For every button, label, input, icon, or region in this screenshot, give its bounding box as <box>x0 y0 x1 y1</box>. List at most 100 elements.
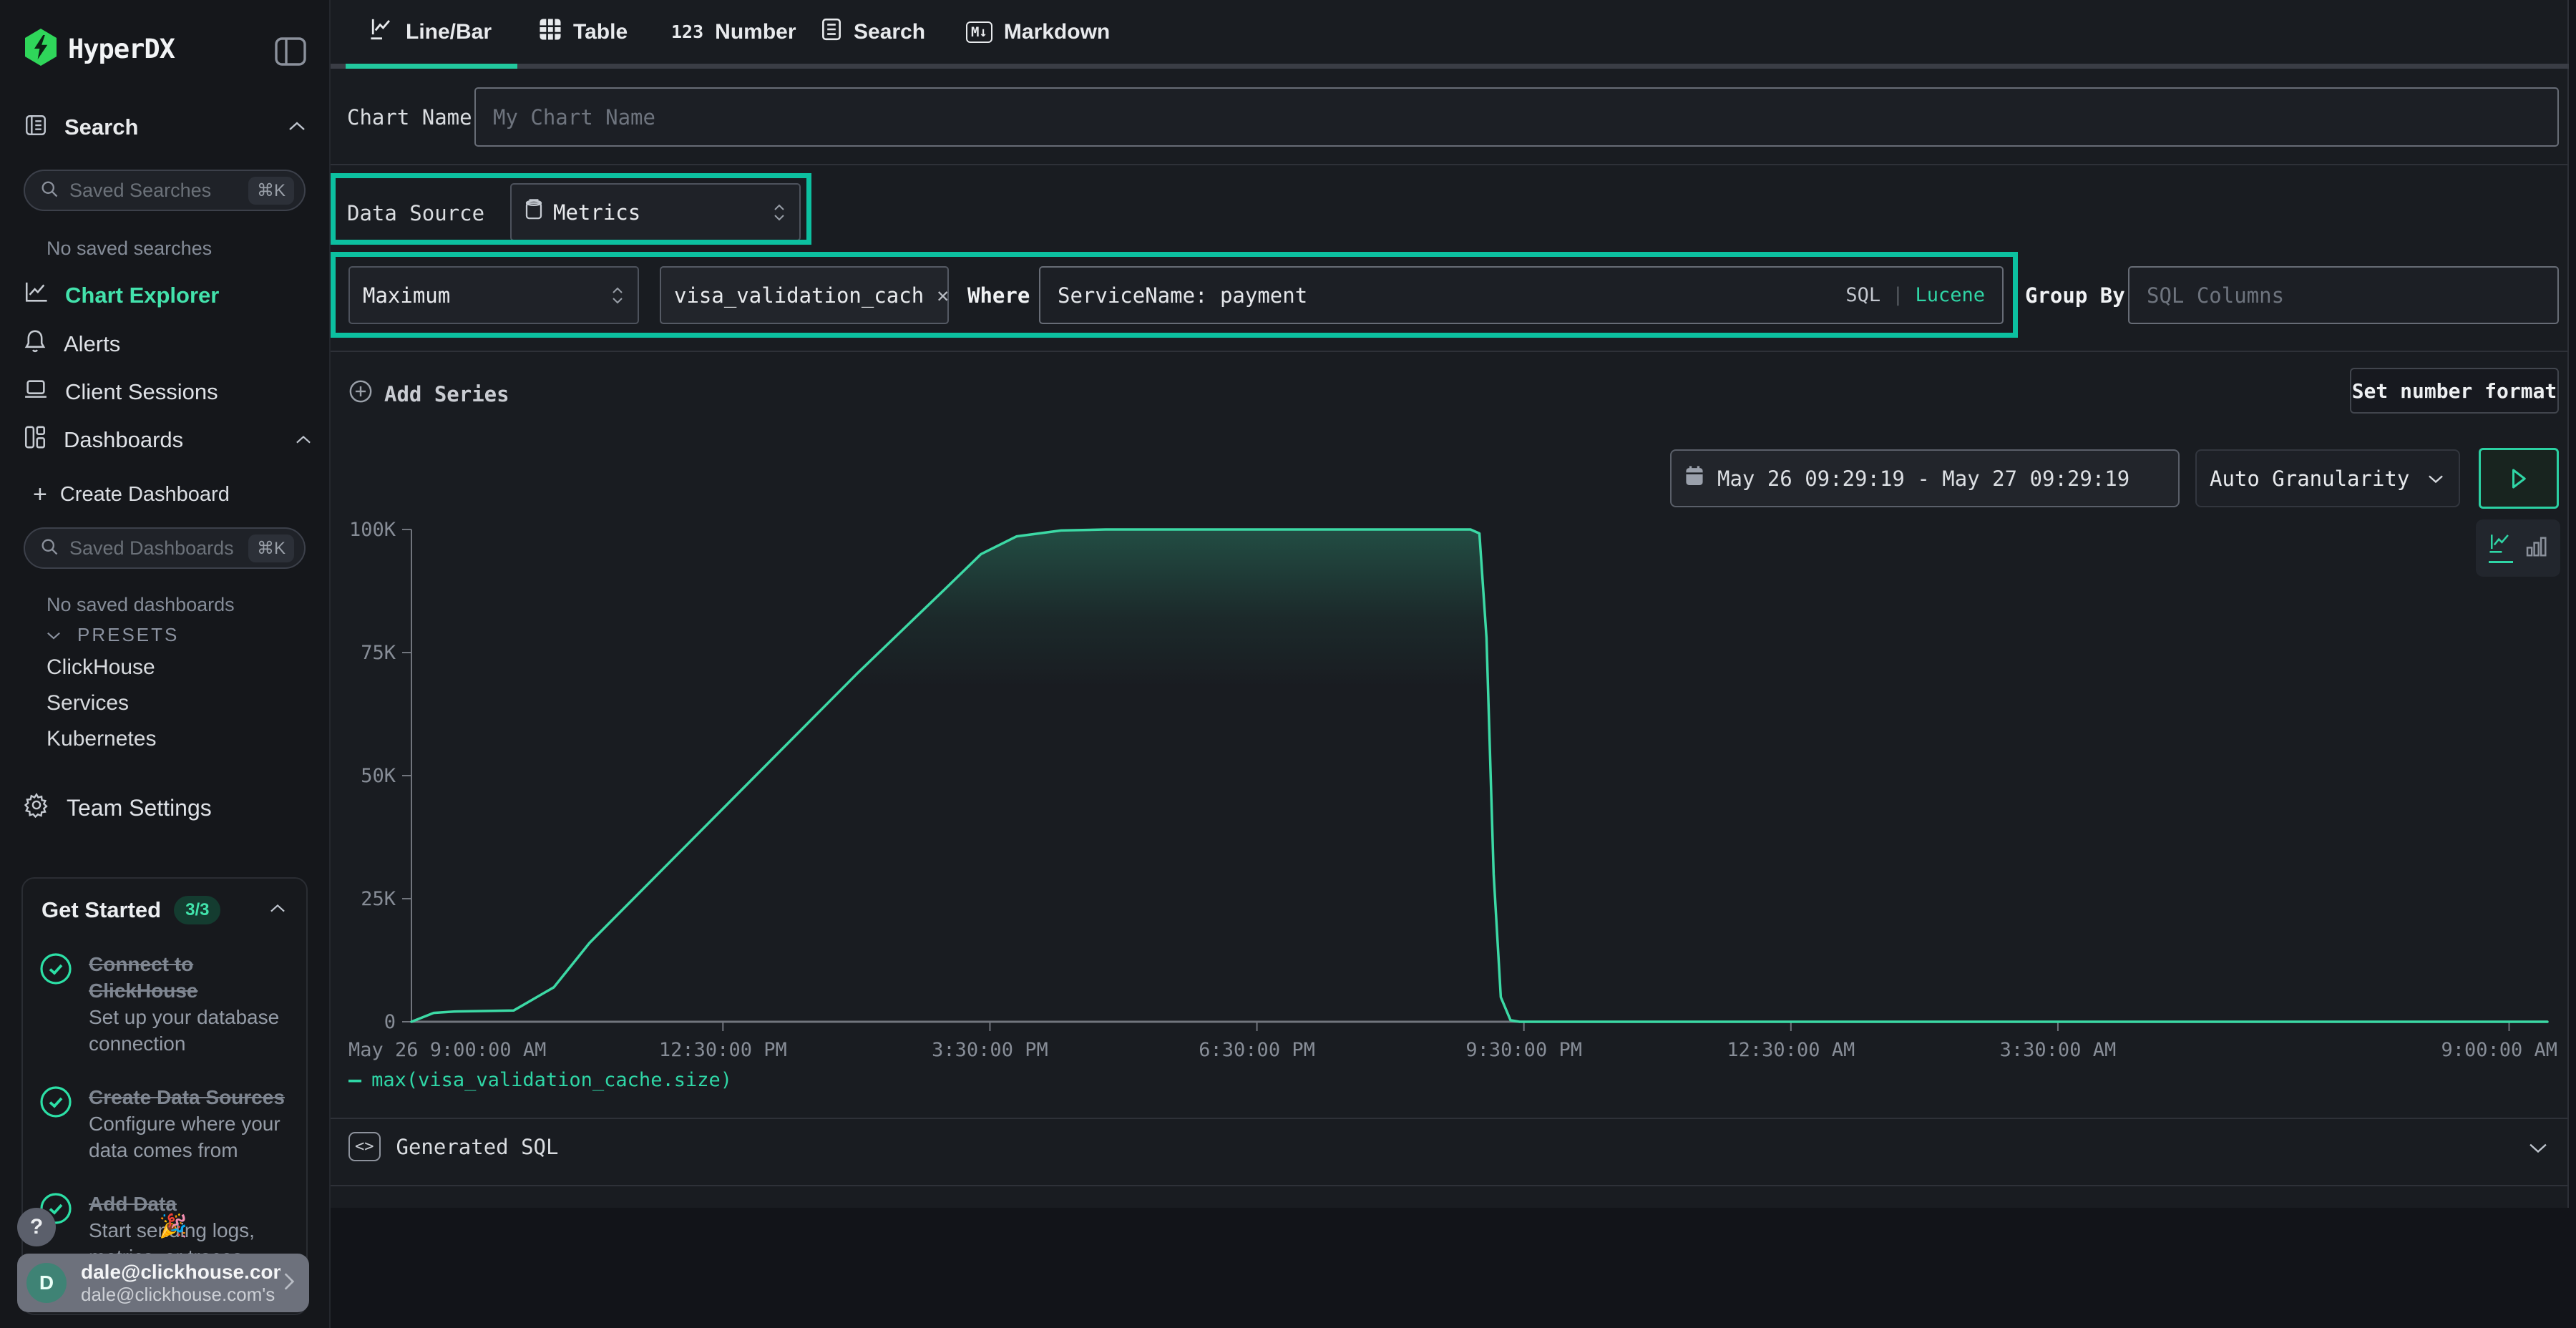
checklist-item-desc: Configure where your data comes from <box>89 1111 289 1164</box>
tab-number[interactable]: 123 Number <box>671 0 796 64</box>
checklist-item-title: Add Data <box>89 1191 289 1218</box>
no-saved-searches-note: No saved searches <box>47 238 212 260</box>
lucene-mode-toggle[interactable]: Lucene <box>1915 284 1985 306</box>
search-icon <box>39 537 59 560</box>
granularity-select[interactable]: Auto Granularity <box>2195 449 2460 507</box>
data-source-select[interactable]: Metrics <box>510 183 801 241</box>
dashboards-icon <box>24 425 47 455</box>
divider <box>331 351 2569 352</box>
code-icon: <> <box>348 1132 381 1161</box>
sidebar-item-clickhouse[interactable]: ClickHouse <box>47 655 155 680</box>
y-tick-label: 100K <box>349 519 396 541</box>
sidebar-item-label: Team Settings <box>67 795 212 821</box>
x-tick-label: 3:30:00 PM <box>932 1039 1048 1061</box>
chevron-down-icon[interactable] <box>2526 1139 2550 1160</box>
main-content: Line/Bar Table 123 Number Search M↓ M <box>331 0 2569 1208</box>
where-label: Where <box>967 283 1030 308</box>
sidebar-item-chart-explorer[interactable]: Chart Explorer <box>0 275 331 316</box>
table-icon <box>539 18 562 47</box>
app-title: HyperDX <box>68 34 175 64</box>
sql-mode-toggle[interactable]: SQL <box>1845 284 1880 306</box>
check-circle-icon <box>39 952 73 1058</box>
chart-name-input[interactable] <box>474 87 2559 147</box>
get-started-card: Get Started 3/3 Connect to ClickHouse Se… <box>21 877 308 1315</box>
group-by-label: Group By <box>2025 283 2125 308</box>
y-tick-label: 50K <box>361 765 396 787</box>
saved-dashboards-placeholder: Saved Dashboards <box>69 537 248 560</box>
search-section-icon <box>24 113 48 141</box>
user-menu[interactable]: D dale@clickhouse.com dale@clickhouse.co… <box>17 1254 309 1312</box>
chart-legend[interactable]: — max(visa_validation_cache.size) <box>348 1068 732 1093</box>
sidebar-item-kubernetes[interactable]: Kubernetes <box>47 727 156 751</box>
divider <box>331 1118 2569 1119</box>
where-value: ServiceName: payment <box>1058 283 1307 308</box>
sidebar-item-client-sessions[interactable]: Client Sessions <box>0 371 331 413</box>
aggregation-select[interactable]: Maximum <box>348 266 639 324</box>
select-chevrons-icon <box>772 203 786 222</box>
where-input[interactable]: ServiceName: payment SQL | Lucene <box>1039 266 2004 324</box>
collapse-sidebar-icon[interactable] <box>275 37 306 69</box>
saved-searches-input[interactable]: Saved Searches ⌘K <box>24 170 306 211</box>
chevron-down-icon <box>2426 467 2446 491</box>
generated-sql-toggle[interactable]: <> Generated SQL <box>348 1132 558 1161</box>
x-tick-label: 12:30:00 PM <box>659 1039 787 1061</box>
group-by-input[interactable] <box>2128 266 2559 324</box>
tab-label: Line/Bar <box>406 20 492 44</box>
document-list-icon <box>821 18 842 47</box>
database-icon <box>525 199 543 225</box>
x-tick-label: May 26 9:00:00 AM <box>348 1039 546 1061</box>
chevron-up-icon[interactable] <box>293 427 313 453</box>
sidebar-item-services[interactable]: Services <box>47 691 129 716</box>
sidebar-item-team-settings[interactable]: Team Settings <box>0 787 331 829</box>
plus-icon: + <box>33 481 47 509</box>
x-tick-label: 9:00:00 AM <box>2441 1039 2557 1061</box>
markdown-icon: M↓ <box>966 21 992 43</box>
checklist-item-title: Create Data Sources <box>89 1085 289 1111</box>
chevron-up-icon[interactable] <box>286 119 308 138</box>
close-icon[interactable]: ✕ <box>937 283 949 307</box>
chevron-up-icon[interactable] <box>268 902 288 919</box>
data-source-label: Data Source <box>347 201 484 225</box>
generated-sql-label: Generated SQL <box>396 1135 559 1159</box>
user-email: dale@clickhouse.com <box>81 1260 280 1284</box>
sidebar-item-dashboards[interactable]: Dashboards <box>0 419 331 461</box>
saved-searches-placeholder: Saved Searches <box>69 180 248 202</box>
sidebar-section-search[interactable]: Search <box>64 114 138 140</box>
saved-dashboards-input[interactable]: Saved Dashboards ⌘K <box>24 527 306 569</box>
tab-line-bar[interactable]: Line/Bar <box>370 0 492 64</box>
tab-table[interactable]: Table <box>539 0 628 64</box>
checklist-item-desc: Set up your database connection <box>89 1005 289 1058</box>
help-button[interactable]: ? <box>17 1208 56 1246</box>
run-query-button[interactable] <box>2479 448 2559 509</box>
get-started-badge: 3/3 <box>174 896 220 924</box>
no-saved-dashboards-note: No saved dashboards <box>47 594 235 616</box>
x-tick-label: 3:30:00 AM <box>2000 1039 2117 1061</box>
date-range-picker[interactable]: May 26 09:29:19 - May 27 09:29:19 <box>1670 449 2180 507</box>
line-chart-icon <box>370 18 394 47</box>
timeseries-chart[interactable]: 025K50K75K100KMay 26 9:00:00 AM12:30:00 … <box>331 501 2559 1066</box>
presets-group-toggle[interactable]: PRESETS <box>44 624 179 646</box>
hyperdx-logo-icon <box>24 29 58 69</box>
x-tick-label: 12:30:00 AM <box>1727 1039 1855 1061</box>
checklist-item-title: Connect to ClickHouse <box>89 952 289 1005</box>
aggregation-value: Maximum <box>363 283 450 308</box>
saved-dashboards-shortcut: ⌘K <box>248 534 294 562</box>
select-chevrons-icon <box>610 286 625 305</box>
metric-chip[interactable]: visa_validation_cach ✕ <box>660 266 949 324</box>
y-tick-label: 75K <box>361 642 396 664</box>
sidebar-item-label: Alerts <box>64 331 120 357</box>
checklist-item[interactable]: Connect to ClickHouse Set up your databa… <box>23 952 306 1058</box>
saved-searches-shortcut: ⌘K <box>248 177 294 205</box>
checklist-item[interactable]: Create Data Sources Configure where your… <box>23 1085 306 1164</box>
x-tick-label: 6:30:00 PM <box>1199 1039 1315 1061</box>
calendar-icon <box>1684 465 1704 492</box>
set-number-format-button[interactable]: Set number format <box>2350 368 2559 414</box>
tab-markdown[interactable]: M↓ Markdown <box>966 0 1110 64</box>
add-series-button[interactable]: Add Series <box>348 379 509 409</box>
sidebar-item-alerts[interactable]: Alerts <box>0 323 331 365</box>
check-circle-icon <box>39 1085 73 1164</box>
tab-search[interactable]: Search <box>821 0 925 64</box>
date-range-value: May 26 09:29:19 - May 27 09:29:19 <box>1717 467 2129 491</box>
presets-label: PRESETS <box>77 624 179 646</box>
create-dashboard-button[interactable]: + Create Dashboard <box>0 474 331 515</box>
